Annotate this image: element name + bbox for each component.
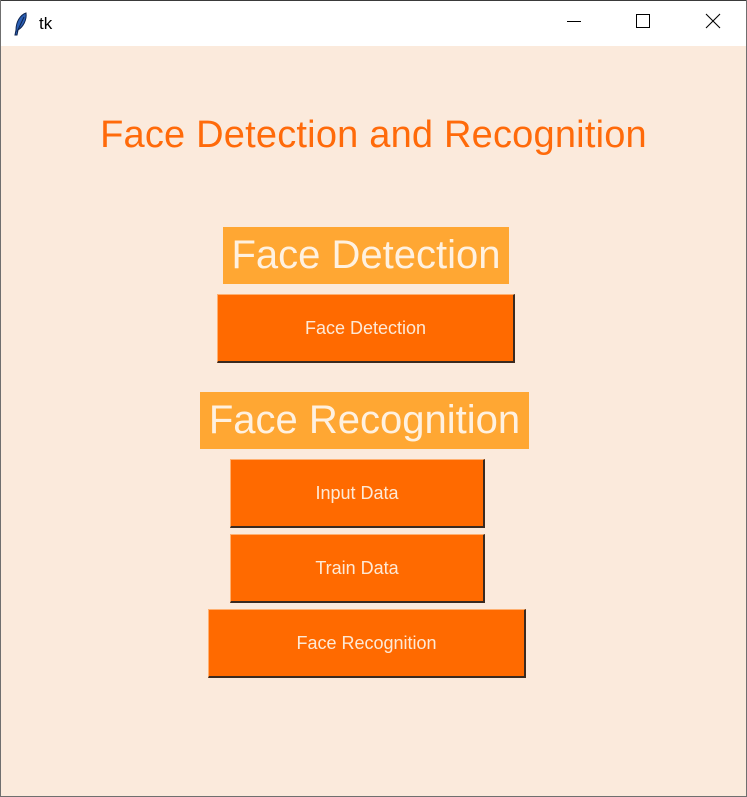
title-bar[interactable]: tk	[1, 0, 746, 47]
face-recognition-heading: Face Recognition	[200, 392, 529, 449]
maximize-button[interactable]	[620, 1, 666, 46]
face-recognition-button[interactable]: Face Recognition	[208, 609, 526, 678]
maximize-icon	[635, 13, 651, 34]
input-data-button[interactable]: Input Data	[230, 459, 485, 528]
feather-icon	[13, 12, 29, 36]
face-detection-heading: Face Detection	[223, 227, 509, 284]
minimize-icon	[566, 13, 582, 34]
minimize-button[interactable]	[551, 1, 597, 46]
window-title: tk	[39, 14, 53, 33]
main-content: Face Detection and Recognition Face Dete…	[1, 46, 746, 796]
close-button[interactable]	[690, 1, 736, 46]
train-data-button[interactable]: Train Data	[230, 534, 485, 603]
close-icon	[705, 13, 721, 34]
app-window: tk Face Detection and Recognition Face D…	[0, 0, 747, 797]
face-detection-button[interactable]: Face Detection	[217, 294, 515, 363]
page-title: Face Detection and Recognition	[100, 114, 647, 156]
